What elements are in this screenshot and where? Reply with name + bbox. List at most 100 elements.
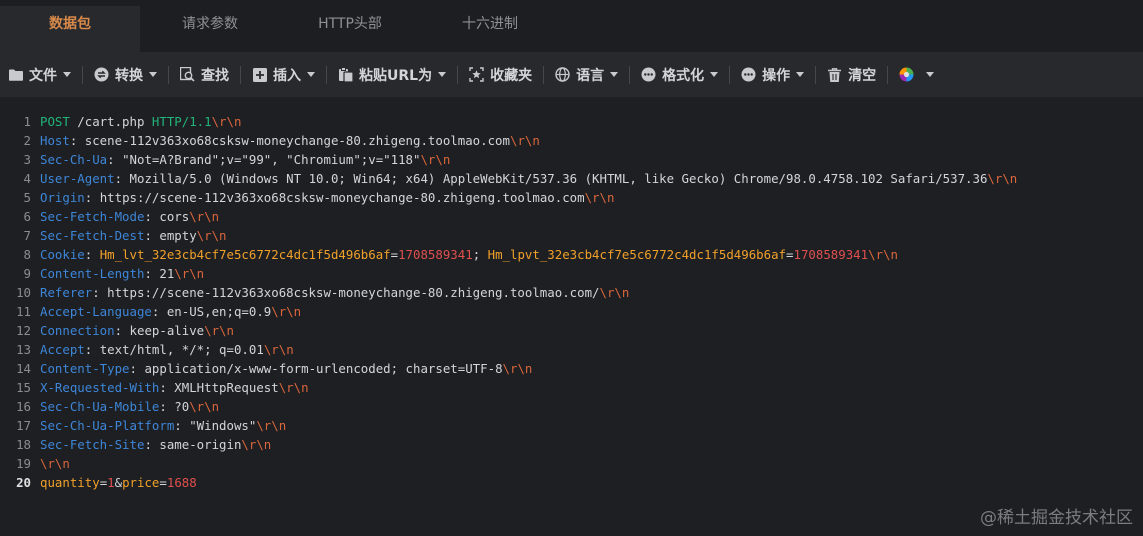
toolbar-divider bbox=[82, 65, 83, 84]
chevron-down-icon bbox=[63, 72, 71, 77]
header-value: XMLHttpRequest bbox=[174, 380, 279, 395]
folder-icon bbox=[8, 67, 23, 82]
convert-menu-button[interactable]: 转换 bbox=[94, 65, 157, 85]
header-name: Sec-Fetch-Dest bbox=[40, 228, 145, 243]
format-menu-label: 格式化 bbox=[662, 67, 705, 84]
header-name: Sec-Ch-Ua bbox=[40, 152, 108, 167]
header-value: https://scene-112v363xo68csksw-moneychan… bbox=[107, 285, 600, 300]
header-value: 21 bbox=[159, 266, 175, 281]
crlf-marker: \r\n bbox=[868, 247, 898, 262]
insert-menu-button[interactable]: 插入 bbox=[252, 65, 315, 85]
cookie-value: 1708589341 bbox=[398, 247, 473, 262]
plus-square-icon bbox=[252, 67, 267, 82]
code-line: 4 User-Agent: Mozilla/5.0 (Windows NT 10… bbox=[0, 169, 1143, 188]
action-menu-label: 操作 bbox=[762, 67, 791, 84]
crlf-marker: \r\n bbox=[241, 437, 272, 452]
header-value: keep-alive bbox=[129, 323, 205, 338]
header-value: same-origin bbox=[159, 437, 242, 452]
chevron-down-icon bbox=[307, 72, 315, 77]
code-line: 7 Sec-Fetch-Dest: empty\r\n bbox=[0, 226, 1143, 245]
crlf-marker: \r\n bbox=[502, 361, 533, 376]
line-number: 9 bbox=[23, 266, 31, 281]
paste-icon bbox=[338, 67, 353, 82]
packet-editor[interactable]: 1 POST /cart.php HTTP/1.1\r\n 2 Host: sc… bbox=[0, 98, 1143, 536]
language-menu-button[interactable]: 语言 bbox=[555, 65, 619, 85]
globe-icon bbox=[555, 67, 570, 82]
insert-menu-label: 插入 bbox=[273, 67, 301, 84]
format-menu-button[interactable]: 格式化 bbox=[641, 65, 719, 85]
paste-url-menu-button[interactable]: 粘贴URL为 bbox=[338, 65, 447, 85]
header-value: "Not=A?Brand";v="99", "Chromium";v="118" bbox=[122, 152, 421, 167]
body-param-key: price bbox=[122, 475, 160, 490]
toolbar-divider bbox=[457, 65, 459, 84]
line-number: 12 bbox=[16, 323, 31, 338]
toolbar: 文件 转换 查找 插入 粘贴URL为 收藏夹 语言 格式化 操作 清空 bbox=[0, 52, 1143, 98]
crlf-marker: \r\n bbox=[189, 209, 220, 224]
code-line: 15 X-Requested-With: XMLHttpRequest\r\n bbox=[0, 378, 1143, 397]
find-button[interactable]: 查找 bbox=[180, 65, 229, 85]
code-line: 5 Origin: https://scene-112v363xo68csksw… bbox=[0, 188, 1143, 207]
code-line: 16 Sec-Ch-Ua-Mobile: ?0\r\n bbox=[0, 397, 1143, 416]
line-number: 7 bbox=[23, 228, 31, 243]
http-method: POST bbox=[40, 114, 70, 129]
tab-hex[interactable]: 十六进制 bbox=[420, 0, 560, 52]
line-number: 14 bbox=[16, 361, 31, 376]
crlf-marker: \r\n bbox=[174, 266, 205, 281]
code-line: 9 Content-Length: 21\r\n bbox=[0, 264, 1143, 283]
body-param-value: 1688 bbox=[166, 475, 197, 490]
color-palette-icon bbox=[899, 67, 914, 82]
crlf-marker: \r\n bbox=[204, 323, 234, 338]
body-param-key: quantity bbox=[40, 475, 100, 490]
chevron-down-icon bbox=[796, 72, 805, 77]
header-name: Content-Type bbox=[40, 361, 130, 376]
header-name: Sec-Ch-Ua-Mobile bbox=[40, 399, 160, 414]
toolbar-divider bbox=[629, 65, 631, 84]
theme-color-menu-button[interactable] bbox=[899, 67, 935, 82]
file-menu-button[interactable]: 文件 bbox=[8, 65, 71, 85]
toolbar-divider bbox=[168, 65, 169, 84]
tab-http-headers[interactable]: HTTP头部 bbox=[280, 0, 420, 52]
header-value: ?0 bbox=[174, 399, 190, 414]
header-name: Sec-Fetch-Mode bbox=[40, 209, 145, 224]
line-number: 18 bbox=[16, 437, 31, 452]
toolbar-divider bbox=[326, 65, 327, 84]
code-line: 8 Cookie: Hm_lvt_32e3cb4cf7e5c6772c4dc1f… bbox=[0, 245, 1143, 264]
header-value: en-US,en;q=0.9 bbox=[166, 304, 272, 319]
header-name: Sec-Fetch-Site bbox=[40, 437, 145, 452]
more-circle-icon bbox=[641, 67, 656, 82]
crlf-marker: \r\n bbox=[256, 418, 287, 433]
toolbar-divider bbox=[543, 65, 545, 84]
header-name: X-Requested-With bbox=[40, 380, 160, 395]
watermark: @稀土掘金技术社区 bbox=[980, 508, 1133, 528]
line-number: 2 bbox=[23, 133, 31, 148]
crlf-marker: \r\n bbox=[509, 133, 540, 148]
line-number: 15 bbox=[16, 380, 31, 395]
code-line: 17 Sec-Ch-Ua-Platform: "Windows"\r\n bbox=[0, 416, 1143, 435]
line-number: 13 bbox=[16, 342, 31, 357]
action-menu-button[interactable]: 操作 bbox=[741, 65, 805, 85]
chevron-down-icon bbox=[926, 72, 935, 77]
tab-packet[interactable]: 数据包 bbox=[0, 6, 140, 52]
tab-request-params[interactable]: 请求参数 bbox=[140, 0, 280, 52]
clear-button[interactable]: 清空 bbox=[827, 65, 876, 85]
chevron-down-icon bbox=[610, 72, 619, 77]
star-box-icon bbox=[469, 67, 484, 82]
http-version: HTTP/1.1 bbox=[151, 114, 212, 129]
line-number: 5 bbox=[23, 190, 31, 205]
header-name: User-Agent bbox=[40, 171, 115, 186]
find-label: 查找 bbox=[201, 67, 229, 84]
line-number: 1 bbox=[23, 114, 31, 129]
header-name: Referer bbox=[40, 285, 93, 300]
code-line: 14 Content-Type: application/x-www-form-… bbox=[0, 359, 1143, 378]
line-number: 20 bbox=[16, 475, 31, 490]
convert-menu-label: 转换 bbox=[115, 67, 143, 84]
favorites-button[interactable]: 收藏夹 bbox=[469, 65, 532, 85]
crlf-marker: \r\n bbox=[263, 342, 294, 357]
code-line: 1 POST /cart.php HTTP/1.1\r\n bbox=[0, 112, 1143, 131]
packet-editor-app: 数据包 请求参数 HTTP头部 十六进制 文件 转换 查找 插入 粘贴URL为 … bbox=[0, 0, 1143, 536]
header-value: scene-112v363xo68csksw-moneychange-80.zh… bbox=[84, 133, 510, 148]
code-line: 12 Connection: keep-alive\r\n bbox=[0, 321, 1143, 340]
clear-label: 清空 bbox=[848, 67, 877, 84]
header-name: Cookie bbox=[40, 247, 85, 262]
chevron-down-icon bbox=[710, 72, 719, 77]
